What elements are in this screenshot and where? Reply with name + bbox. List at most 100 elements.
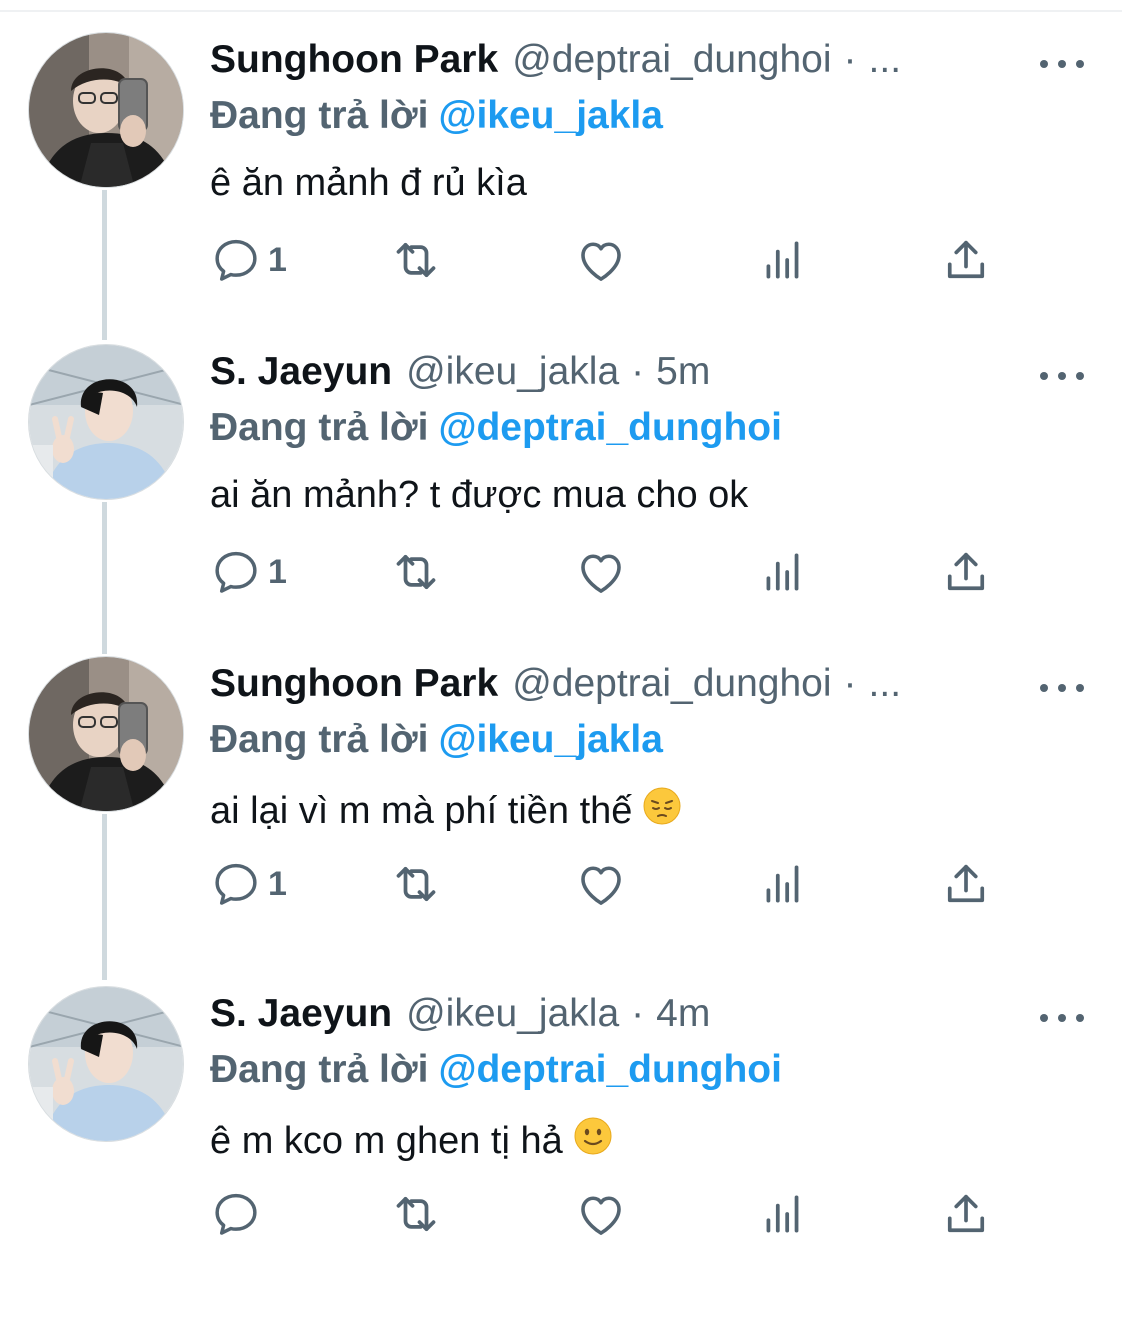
author-name[interactable]: Sunghoon Park: [210, 662, 498, 706]
author-handle[interactable]: @ikeu_jakla: [406, 350, 619, 394]
like-button[interactable]: [574, 544, 628, 600]
reply-button[interactable]: [210, 1186, 268, 1242]
share-button[interactable]: [940, 856, 992, 912]
like-button[interactable]: [574, 232, 628, 288]
reply-icon: [210, 858, 262, 910]
tweet-time[interactable]: ...: [869, 662, 902, 706]
more-options-icon[interactable]: [1040, 52, 1084, 76]
reply-button[interactable]: 1: [210, 232, 287, 288]
tweet-text-row: ai lại vì m mà phí tiền thế: [210, 786, 682, 836]
separator-dot: ·: [631, 992, 645, 1035]
replying-label: Đang trả lời: [210, 1048, 429, 1091]
author-handle[interactable]: @ikeu_jakla: [406, 992, 619, 1036]
share-button[interactable]: [940, 232, 992, 288]
replying-label: Đang trả lời: [210, 406, 429, 449]
like-button[interactable]: [574, 1186, 628, 1242]
analytics-icon: [758, 1189, 808, 1239]
mention-link[interactable]: @deptrai_dunghoi: [438, 1048, 782, 1091]
author-handle[interactable]: @deptrai_dunghoi: [512, 662, 831, 706]
retweet-button[interactable]: [388, 232, 444, 288]
avatar[interactable]: [28, 32, 184, 188]
mention-link[interactable]: @ikeu_jakla: [438, 718, 663, 761]
tweet-text: ai ăn mảnh? t được mua cho ok: [210, 474, 749, 516]
views-button[interactable]: [758, 232, 808, 288]
reply-count: 1: [268, 240, 287, 279]
author-name[interactable]: S. Jaeyun: [210, 992, 392, 1036]
tweet-time[interactable]: 4m: [656, 992, 710, 1036]
heart-icon: [574, 1187, 628, 1241]
reply-icon: [210, 1188, 262, 1240]
retweet-button[interactable]: [388, 856, 444, 912]
reply-count: 1: [268, 552, 287, 591]
mention-link[interactable]: @deptrai_dunghoi: [438, 406, 782, 449]
views-button[interactable]: [758, 1186, 808, 1242]
tweet-header: Sunghoon Park @deptrai_dunghoi · ...: [210, 38, 901, 90]
replying-to: Đang trả lời @deptrai_dunghoi: [210, 1048, 782, 1092]
heart-icon: [574, 545, 628, 599]
avatar[interactable]: [28, 986, 184, 1142]
tweet[interactable]: S. Jaeyun @ikeu_jakla · 5m Đang trả lời @…: [0, 344, 1122, 680]
replying-to: Đang trả lời @ikeu_jakla: [210, 718, 663, 762]
analytics-icon: [758, 547, 808, 597]
separator-dot: ·: [631, 350, 645, 393]
reply-count: 1: [268, 864, 287, 903]
views-button[interactable]: [758, 856, 808, 912]
retweet-icon: [388, 1186, 444, 1242]
tweet-actions: 1: [210, 856, 1010, 916]
author-name[interactable]: Sunghoon Park: [210, 38, 498, 82]
reply-icon: [210, 234, 262, 286]
tweet-header: S. Jaeyun @ikeu_jakla · 5m: [210, 350, 710, 402]
views-button[interactable]: [758, 544, 808, 600]
retweet-button[interactable]: [388, 1186, 444, 1242]
tweet-text: ê ăn mảnh đ rủ kìa: [210, 162, 527, 204]
share-icon: [940, 858, 992, 910]
retweet-icon: [388, 856, 444, 912]
replying-label: Đang trả lời: [210, 718, 429, 761]
separator-dot: ·: [843, 662, 857, 705]
share-button[interactable]: [940, 1186, 992, 1242]
author-name[interactable]: S. Jaeyun: [210, 350, 392, 394]
retweet-icon: [388, 544, 444, 600]
replying-to: Đang trả lời @deptrai_dunghoi: [210, 406, 782, 450]
retweet-button[interactable]: [388, 544, 444, 600]
tweet-actions: [210, 1186, 1010, 1246]
tweet-text-row: ê m kco m ghen tị hả: [210, 1116, 613, 1166]
slightly-smiling-face-emoji-icon: [573, 1116, 613, 1166]
reply-button[interactable]: 1: [210, 544, 287, 600]
analytics-icon: [758, 859, 808, 909]
tweet-actions: 1: [210, 544, 1010, 604]
retweet-icon: [388, 232, 444, 288]
share-icon: [940, 546, 992, 598]
heart-icon: [574, 857, 628, 911]
like-button[interactable]: [574, 856, 628, 912]
tweet-header: S. Jaeyun @ikeu_jakla · 4m: [210, 992, 710, 1044]
tweet-time[interactable]: 5m: [656, 350, 710, 394]
author-handle[interactable]: @deptrai_dunghoi: [512, 38, 831, 82]
tweet-actions: 1: [210, 232, 1010, 292]
pensive-face-emoji-icon: [642, 786, 682, 836]
share-icon: [940, 234, 992, 286]
reply-icon: [210, 546, 262, 598]
tweet-text: ai lại vì m mà phí tiền thế: [210, 789, 633, 832]
tweet-time[interactable]: ...: [869, 38, 902, 82]
tweet-text: ê m kco m ghen tị hả: [210, 1119, 563, 1162]
tweet-text-row: ai ăn mảnh? t được mua cho ok: [210, 474, 748, 517]
avatar[interactable]: [28, 344, 184, 500]
avatar[interactable]: [28, 656, 184, 812]
more-options-icon[interactable]: [1040, 364, 1084, 388]
share-button[interactable]: [940, 544, 992, 600]
tweet[interactable]: S. Jaeyun @ikeu_jakla · 4m Đang trả lời @…: [0, 986, 1122, 1322]
heart-icon: [574, 233, 628, 287]
separator-dot: ·: [843, 38, 857, 81]
tweet-header: Sunghoon Park @deptrai_dunghoi · ...: [210, 662, 901, 714]
replying-to: Đang trả lời @ikeu_jakla: [210, 94, 663, 138]
top-divider: [0, 10, 1122, 12]
tweet[interactable]: Sunghoon Park @deptrai_dunghoi · ... Đan…: [0, 656, 1122, 992]
analytics-icon: [758, 235, 808, 285]
more-options-icon[interactable]: [1040, 1006, 1084, 1030]
mention-link[interactable]: @ikeu_jakla: [438, 94, 663, 137]
tweet[interactable]: Sunghoon Park @deptrai_dunghoi · ... Đan…: [0, 32, 1122, 368]
more-options-icon[interactable]: [1040, 676, 1084, 700]
reply-button[interactable]: 1: [210, 856, 287, 912]
share-icon: [940, 1188, 992, 1240]
